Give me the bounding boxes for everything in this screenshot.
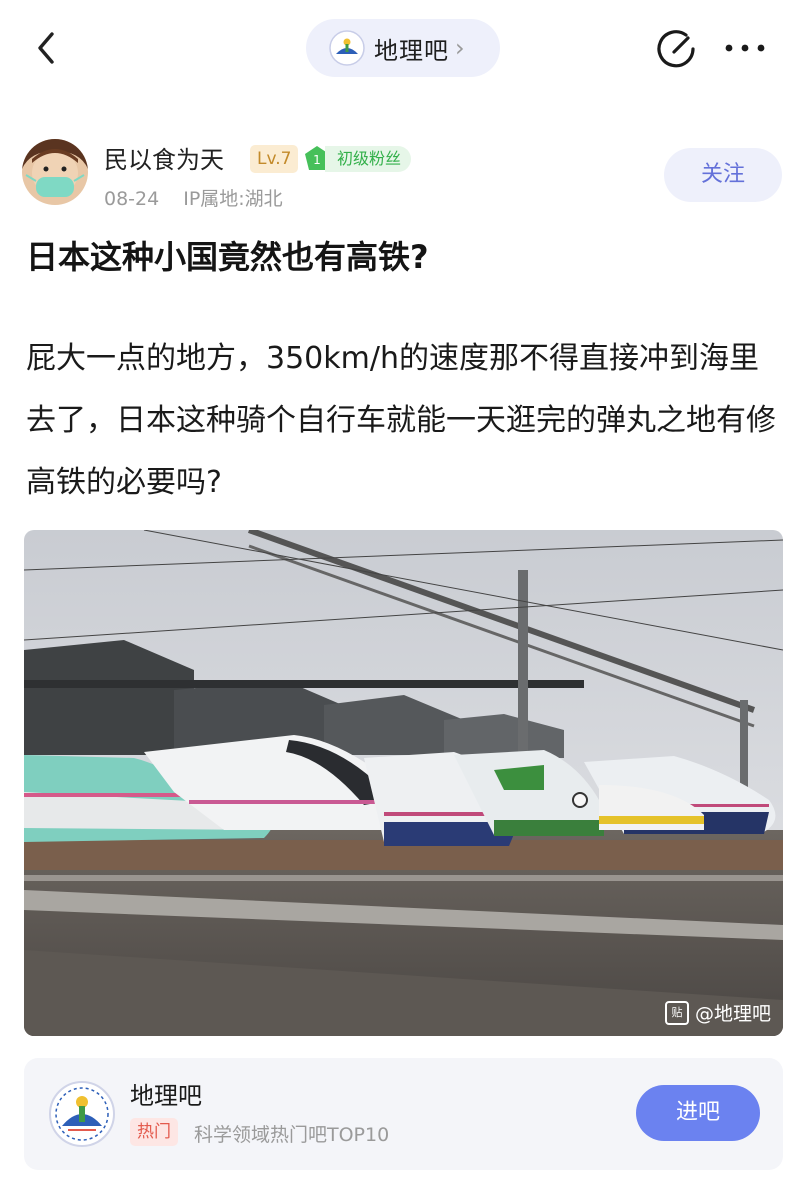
follow-button[interactable]: 关注 [664, 148, 782, 202]
enter-forum-button[interactable]: 进吧 [636, 1085, 760, 1141]
avatar-image [22, 139, 88, 205]
fan-level-label: 初级粉丝 [325, 146, 412, 172]
more-dots-icon[interactable] [722, 36, 768, 60]
hot-tag: 热门 [130, 1118, 178, 1146]
ip-location: IP属地:湖北 [183, 188, 283, 210]
watermark-text: @地理吧 [694, 1003, 771, 1025]
level-badge: Lv.7 [250, 145, 299, 173]
edit-icon[interactable] [656, 28, 698, 70]
post-title: 日本这种小国竟然也有高铁? [26, 238, 429, 276]
top-nav-bar: 地理吧 › [0, 0, 801, 100]
train-photo [24, 530, 783, 1036]
forum-logo-icon [49, 1081, 115, 1147]
tieba-paw-icon: 贴 [664, 1000, 689, 1025]
author-avatar[interactable] [22, 139, 88, 205]
image-watermark: 贴 @地理吧 [664, 999, 771, 1026]
chevron-right-icon: › [455, 34, 465, 62]
post-meta: 08-24 IP属地:湖北 [104, 184, 307, 211]
forum-card-name: 地理吧 [130, 1082, 202, 1110]
post-body: 屁大一点的地方，350km/h的速度那不得直接冲到海里去了，日本这种骑个自行车就… [26, 341, 776, 500]
post-image-bullet-trains[interactable]: 贴 @地理吧 [24, 530, 783, 1036]
fan-level-badge: 1 初级粉丝 [303, 144, 412, 174]
author-name[interactable]: 民以食为天 [104, 140, 224, 175]
forum-card[interactable]: 地理吧 热门 科学领域热门吧TOP10 进吧 [24, 1058, 783, 1170]
forum-logo-icon [329, 30, 365, 66]
forum-title-pill[interactable]: 地理吧 › [306, 19, 500, 77]
fan-level-number: 1 [313, 153, 321, 167]
forum-card-description: 科学领域热门吧TOP10 [194, 1124, 390, 1146]
post-date: 08-24 [104, 188, 160, 210]
forum-pill-name: 地理吧 [374, 36, 449, 65]
back-arrow-icon[interactable] [30, 28, 64, 68]
